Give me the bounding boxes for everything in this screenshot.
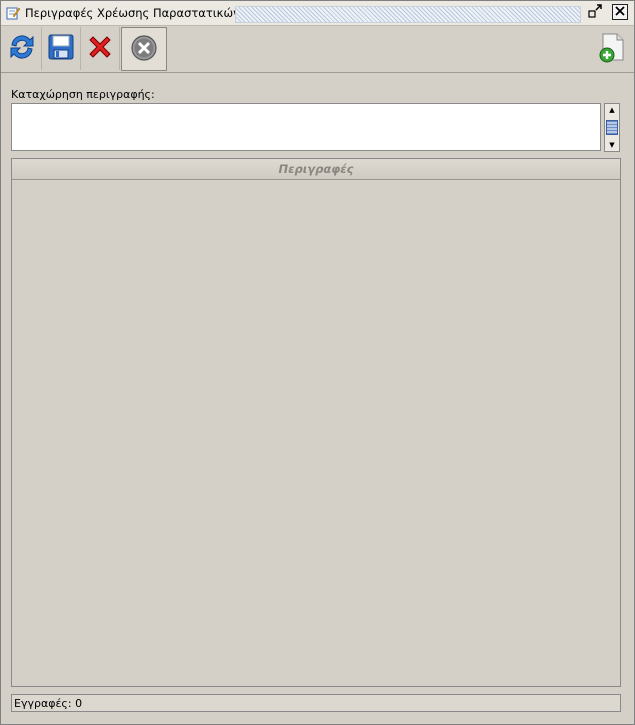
scrollbar-thumb[interactable] bbox=[606, 120, 618, 135]
title-bar: Περιγραφές Χρέωσης Παραστατικών bbox=[1, 1, 634, 26]
toolbar bbox=[1, 26, 634, 73]
grid-column-header[interactable]: Περιγραφές bbox=[12, 159, 620, 180]
scroll-down-arrow-icon[interactable]: ▼ bbox=[605, 139, 619, 151]
close-button[interactable] bbox=[612, 4, 628, 20]
description-label: Καταχώρηση περιγραφής: bbox=[11, 88, 155, 101]
delete-button[interactable] bbox=[81, 27, 120, 70]
delete-icon bbox=[86, 33, 114, 64]
description-input[interactable] bbox=[11, 103, 601, 151]
save-button[interactable] bbox=[42, 27, 81, 70]
new-record-button[interactable] bbox=[593, 27, 631, 70]
save-icon bbox=[47, 33, 75, 64]
window-title: Περιγραφές Χρέωσης Παραστατικών bbox=[25, 6, 240, 20]
restore-button[interactable] bbox=[587, 3, 603, 21]
close-icon bbox=[615, 5, 625, 19]
edit-document-icon bbox=[6, 6, 21, 20]
restore-icon bbox=[588, 3, 602, 21]
new-document-icon bbox=[597, 31, 627, 66]
scroll-up-arrow-icon[interactable]: ▲ bbox=[605, 104, 619, 116]
cancel-icon bbox=[130, 34, 158, 65]
refresh-icon bbox=[7, 31, 37, 66]
title-bar-drag-area[interactable] bbox=[235, 6, 581, 23]
descriptions-grid[interactable]: Περιγραφές bbox=[11, 158, 621, 687]
description-scrollbar[interactable]: ▲ ▼ bbox=[604, 103, 620, 152]
status-bar: Εγγραφές: 0 bbox=[11, 694, 621, 712]
window: Περιγραφές Χρέωσης Παραστατικών Καταχώρη… bbox=[0, 0, 635, 725]
refresh-button[interactable] bbox=[3, 27, 42, 70]
record-count: Εγγραφές: 0 bbox=[14, 697, 83, 710]
cancel-button[interactable] bbox=[121, 27, 167, 71]
